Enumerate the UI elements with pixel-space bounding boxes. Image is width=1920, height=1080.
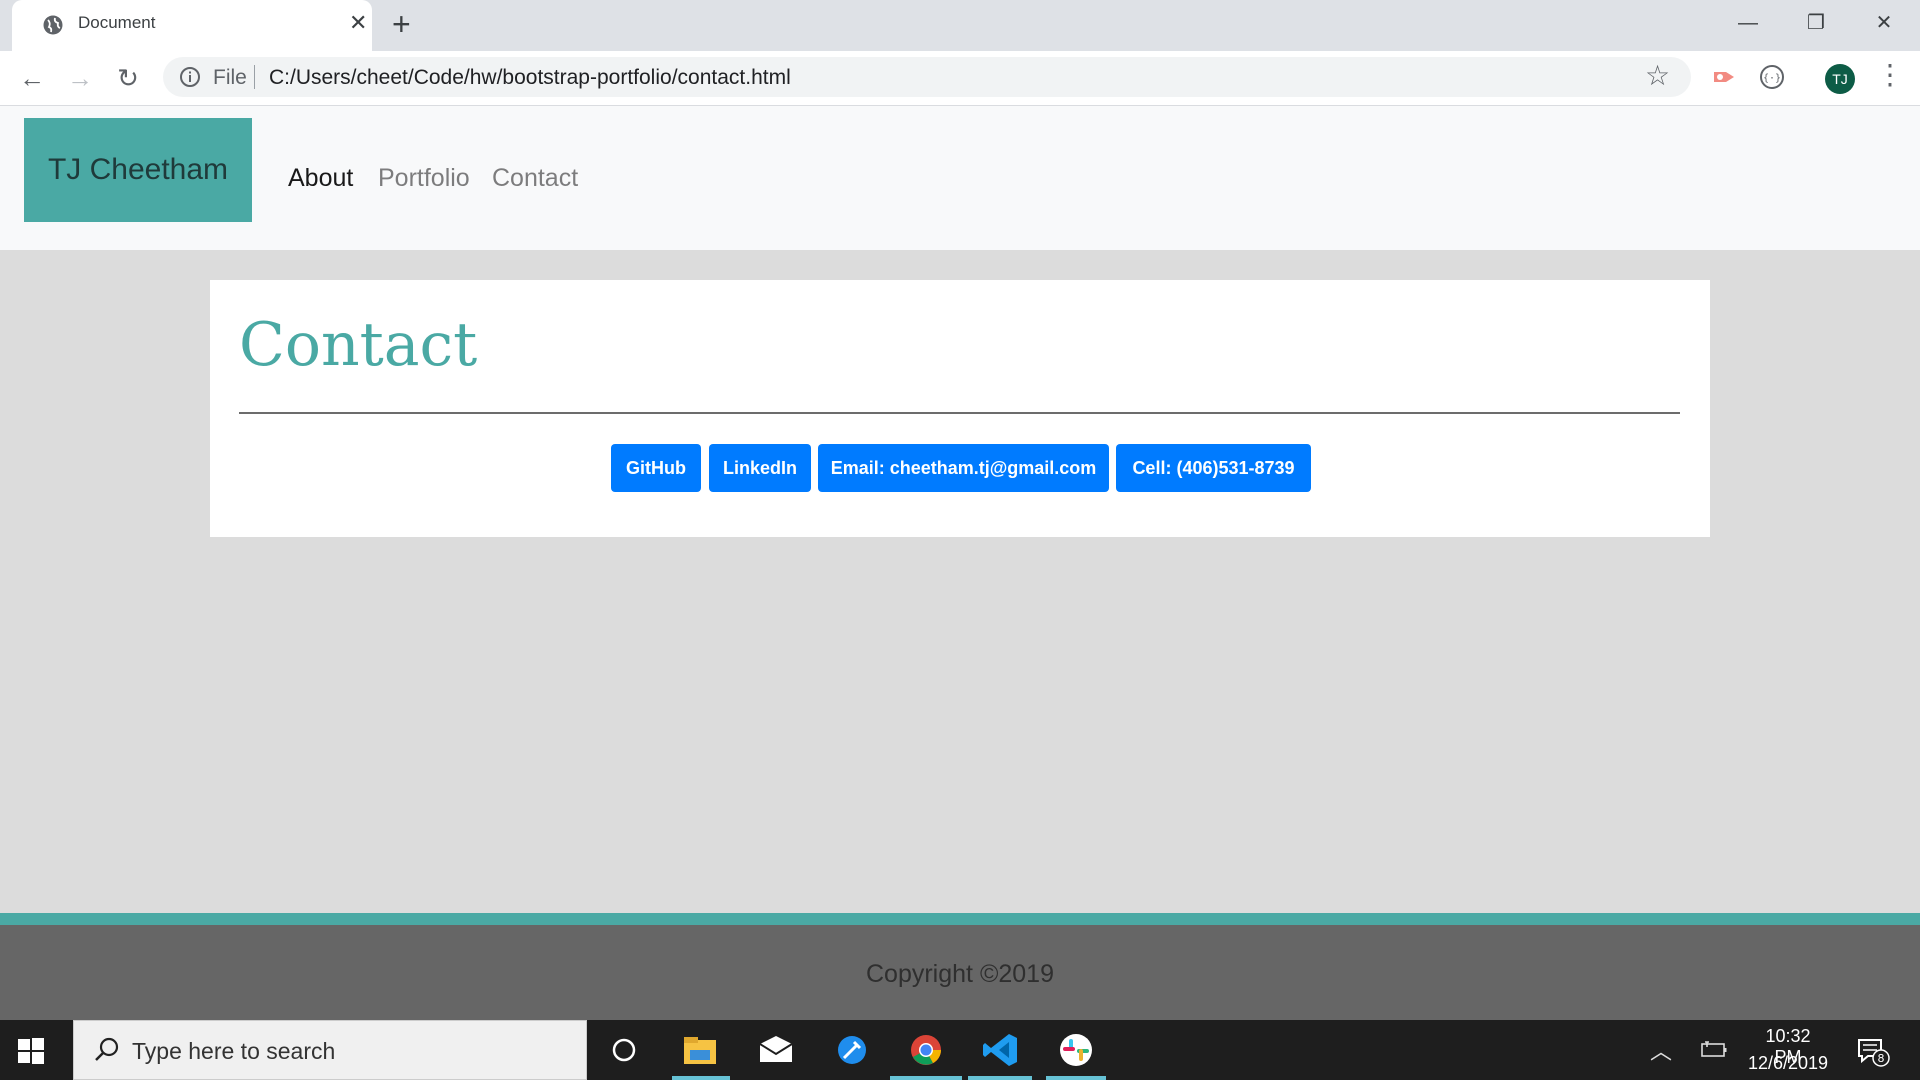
profile-avatar[interactable]: TJ [1825, 64, 1855, 94]
windows-start-icon[interactable] [18, 1038, 44, 1064]
globe-icon [43, 15, 63, 35]
mail-icon[interactable] [754, 1030, 798, 1070]
minimize-button[interactable]: — [1728, 8, 1768, 38]
site-footer: Copyright ©2019 [0, 925, 1920, 1020]
svg-text:{·}: {·} [1763, 73, 1781, 84]
chrome-running-indicator [890, 1076, 962, 1080]
windows-taskbar: Type here to search ︿ 10:32 PM 12/6/2019… [0, 1020, 1920, 1080]
nav-link-contact[interactable]: Contact [492, 164, 578, 193]
visual-studio-installer-icon[interactable] [830, 1030, 874, 1070]
chrome-icon[interactable] [904, 1030, 948, 1070]
notification-count: 8 [1878, 1052, 1885, 1065]
tab-close-icon[interactable]: ✕ [349, 12, 367, 34]
browser-toolbar: ← → ↻ File C:/Users/cheet/Code/hw/bootst… [0, 51, 1920, 106]
info-icon[interactable] [179, 66, 201, 88]
vscode-running-indicator [968, 1076, 1032, 1080]
reload-icon[interactable]: ↻ [114, 64, 142, 92]
footer-accent-bar [0, 913, 1920, 925]
nav-link-portfolio[interactable]: Portfolio [378, 164, 470, 193]
address-bar[interactable]: File C:/Users/cheet/Code/hw/bootstrap-po… [163, 57, 1691, 97]
tray-expand-icon[interactable]: ︿ [1650, 1034, 1672, 1066]
file-explorer-running-indicator [672, 1076, 730, 1080]
file-explorer-icon[interactable] [678, 1030, 722, 1070]
close-window-button[interactable]: ✕ [1864, 8, 1904, 38]
restore-button[interactable]: ❐ [1796, 8, 1836, 38]
slack-running-indicator [1046, 1076, 1106, 1080]
browser-tab-strip: Document ✕ + — ❐ ✕ [0, 0, 1920, 51]
tab-title: Document [78, 13, 156, 32]
search-icon [95, 1037, 119, 1061]
url-text[interactable]: C:/Users/cheet/Code/hw/bootstrap-portfol… [269, 66, 791, 90]
site-brand[interactable]: TJ Cheetham [24, 118, 252, 222]
copyright-text: Copyright ©2019 [866, 960, 1054, 988]
taskbar-search-box[interactable]: Type here to search [73, 1020, 587, 1080]
scheme-label: File [213, 66, 247, 89]
browser-tab[interactable]: Document ✕ [12, 0, 372, 51]
browser-menu-icon[interactable]: ⋮ [1876, 61, 1904, 89]
new-tab-button[interactable]: + [392, 8, 411, 40]
nav-link-about[interactable]: About [288, 164, 353, 193]
site-navbar: TJ Cheetham About Portfolio Contact [0, 106, 1920, 250]
email-button[interactable]: Email: cheetham.tj@gmail.com [818, 444, 1109, 492]
cortana-icon[interactable] [602, 1030, 646, 1070]
linkedin-button[interactable]: LinkedIn [709, 444, 811, 492]
cell-button[interactable]: Cell: (406)531-8739 [1116, 444, 1311, 492]
slack-icon[interactable] [1054, 1030, 1098, 1070]
omnibox-divider [254, 65, 255, 89]
vscode-icon[interactable] [979, 1030, 1023, 1070]
search-placeholder: Type here to search [132, 1038, 336, 1064]
forward-arrow-icon[interactable]: → [66, 64, 94, 92]
extension-braces-icon[interactable]: {·} [1758, 63, 1786, 91]
clock-date[interactable]: 12/6/2019 [1742, 1053, 1834, 1074]
page-title: Contact [239, 310, 478, 380]
github-button[interactable]: GitHub [611, 444, 701, 492]
back-arrow-icon[interactable]: ← [18, 64, 46, 92]
extension-icon[interactable] [1710, 63, 1738, 91]
title-divider [239, 412, 1680, 414]
bookmark-star-icon[interactable]: ☆ [1645, 62, 1670, 90]
contact-card: Contact GitHub LinkedIn Email: cheetham.… [210, 280, 1710, 537]
notification-center-icon[interactable]: 8 [1856, 1034, 1890, 1068]
battery-icon[interactable] [1698, 1038, 1728, 1060]
